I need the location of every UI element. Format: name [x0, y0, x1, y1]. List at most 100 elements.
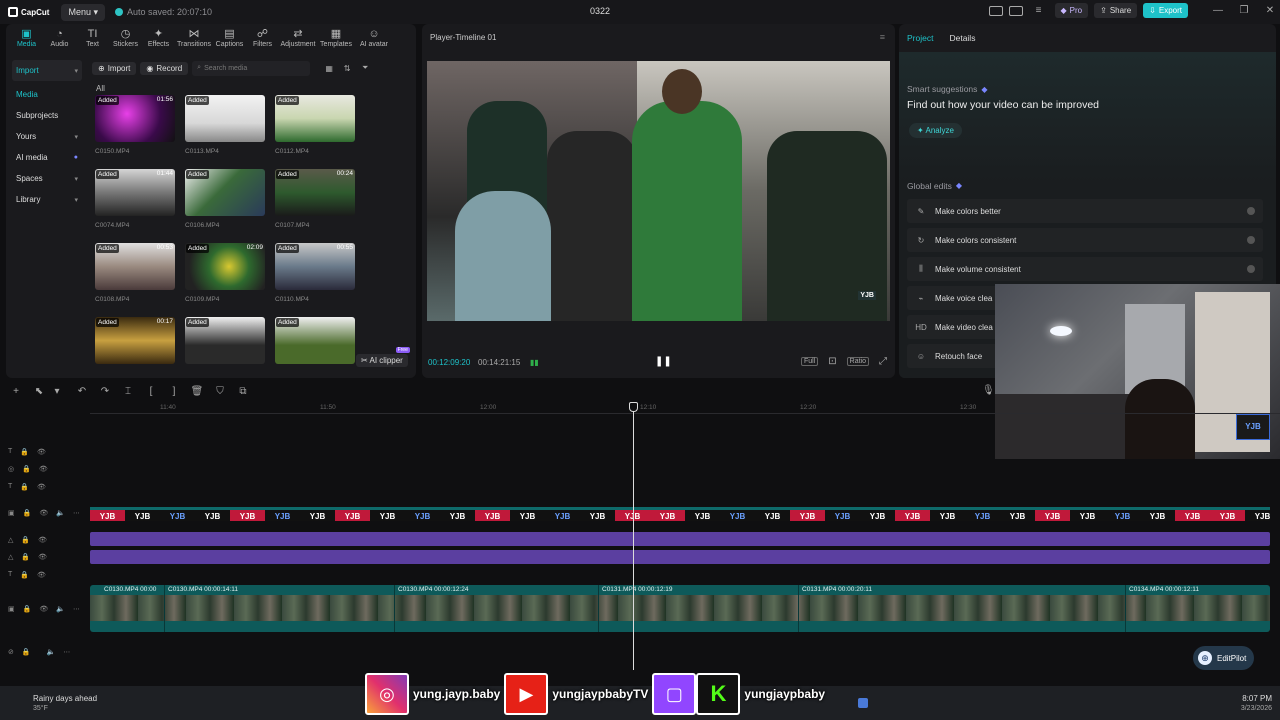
media-clip[interactable]: Added C0112.MP4 [275, 95, 355, 155]
tab-filters[interactable]: ☍ Filters [246, 28, 279, 52]
screenshot-icon[interactable]: ⊡ [826, 356, 838, 367]
lock-icon[interactable]: 🔒 [23, 509, 32, 517]
lock-icon[interactable]: 🔒 [23, 605, 32, 613]
playhead-line[interactable] [633, 402, 634, 670]
media-clip[interactable]: Added [185, 317, 265, 364]
search-input[interactable]: ⌕ Search media [192, 60, 311, 76]
project-title[interactable]: 0322 [590, 6, 610, 16]
ratio-button[interactable]: Ratio [846, 357, 869, 366]
hamburger-menu-icon[interactable]: ≡ [880, 32, 885, 42]
tab-media[interactable]: ▣ Media [10, 28, 43, 52]
eye-icon[interactable]: 👁 [39, 509, 48, 517]
tab-effects[interactable]: ✦ Effects [142, 28, 175, 52]
media-clip[interactable]: Added 00:53 C0108.MP4 [95, 243, 175, 303]
sidebar-item-media[interactable]: Media [12, 84, 82, 105]
media-clip[interactable]: Added 01:56 C0150.MP4 [95, 95, 175, 155]
shield-icon[interactable]: ⛉ [210, 386, 230, 397]
full-quality-button[interactable]: Full [800, 357, 819, 366]
global-edit-colors-better[interactable]: ✎ Make colors better [907, 199, 1263, 223]
speaker-icon[interactable]: 🔈 [47, 648, 56, 656]
media-clip[interactable]: Added 00:24 C0107.MP4 [275, 169, 355, 229]
export-button[interactable]: ⇩ Export [1143, 3, 1188, 18]
lock-icon[interactable]: 🔒 [22, 648, 31, 656]
lock-icon[interactable]: 🔒 [20, 483, 29, 491]
toggle-switch[interactable] [1247, 265, 1255, 273]
sidebar-item-spaces[interactable]: Spaces ▾ [12, 168, 82, 189]
tab-adjustment[interactable]: ⇄ Adjustment [279, 28, 317, 52]
grid-view-icon[interactable]: ▦ [322, 64, 336, 73]
tab-project[interactable]: Project [907, 33, 933, 43]
effect-clip[interactable] [90, 532, 1270, 546]
redo-icon[interactable]: ↷ [95, 386, 115, 397]
eye-icon[interactable]: 👁 [38, 553, 47, 561]
share-button[interactable]: ⇪ Share [1094, 3, 1138, 18]
effect-clip[interactable] [90, 550, 1270, 564]
media-clip[interactable]: Added [275, 317, 355, 364]
sort-icon[interactable]: ⇅ [340, 64, 354, 73]
clock-time[interactable]: 8:07 PM [1242, 694, 1272, 703]
tab-templates[interactable]: ▦ Templates [317, 28, 355, 52]
tab-captions[interactable]: ▤ Captions [213, 28, 246, 52]
more-icon[interactable]: ⋯ [63, 648, 70, 656]
media-clip[interactable]: Added 02:09 C0109.MP4 [185, 243, 265, 303]
toggle-switch[interactable] [1247, 207, 1255, 215]
eye-icon[interactable]: 👁 [39, 465, 48, 473]
pause-icon[interactable]: ❚❚ [655, 356, 672, 367]
tab-ai-avatar[interactable]: ☺ AI avatar [355, 28, 393, 52]
delete-icon[interactable]: 🗑 [187, 386, 207, 397]
media-clip[interactable]: Added C0106.MP4 [185, 169, 265, 229]
split-icon[interactable]: ⌶ [118, 386, 138, 397]
eye-icon[interactable]: 👁 [37, 448, 46, 456]
undo-icon[interactable]: ↶ [72, 386, 92, 397]
fullscreen-icon[interactable]: ⤢ [877, 356, 889, 367]
playhead-handle[interactable] [629, 402, 638, 412]
microphone-icon[interactable]: 🎙 [982, 385, 995, 396]
sidebar-item-yours[interactable]: Yours ▾ [12, 126, 82, 147]
record-button[interactable]: ◉ Record [140, 61, 189, 75]
weather-title[interactable]: Rainy days ahead [33, 694, 97, 703]
minimize-icon[interactable]: — [1208, 5, 1228, 16]
layout-icon[interactable] [988, 5, 1003, 16]
add-icon[interactable]: + [6, 386, 26, 397]
ai-clipper-button[interactable]: ✂ AI clipper Free [356, 347, 410, 367]
close-icon[interactable]: ✕ [1260, 5, 1280, 16]
editpilot-button[interactable]: ⊕ EditPilot [1193, 646, 1255, 670]
eye-icon[interactable]: 👁 [37, 483, 46, 491]
maximize-icon[interactable]: ❐ [1234, 5, 1254, 16]
media-clip[interactable]: Added 00:17 [95, 317, 175, 364]
lock-icon[interactable]: 🔒 [20, 448, 29, 456]
sidebar-item-subprojects[interactable]: Subprojects [12, 105, 82, 126]
speaker-icon[interactable]: 🔈 [56, 509, 65, 517]
tab-stickers[interactable]: ◷ Stickers [109, 28, 142, 52]
sidebar-item-ai-media[interactable]: AI media ● [12, 147, 82, 168]
tab-audio[interactable]: ◔ Audio [43, 28, 76, 52]
sidebar-item-library[interactable]: Library ▾ [12, 189, 82, 210]
media-clip[interactable]: Added 01:44 C0074.MP4 [95, 169, 175, 229]
overlay-logo-track[interactable]: YJB YJB YJB YJB YJB YJB YJB YJB YJB YJB YJB YJB YJB Y… [90, 507, 1270, 521]
eye-icon[interactable]: 👁 [39, 605, 48, 613]
chevron-down-icon[interactable]: ▾ [52, 386, 62, 397]
more-icon[interactable]: ⋯ [73, 509, 80, 517]
tab-transitions[interactable]: ⋈ Transitions [175, 28, 213, 52]
import-button[interactable]: ⊕ Import [92, 61, 137, 75]
lock-icon[interactable]: 🔒 [22, 465, 31, 473]
tab-details[interactable]: Details [949, 33, 975, 43]
main-video-track[interactable]: C0130.MP4 00:00 C0130.MP4 00:00:14:11 C0… [90, 585, 1270, 632]
menu-lines-icon[interactable]: ≡ [1029, 5, 1049, 16]
eye-icon[interactable]: 👁 [37, 571, 46, 579]
more-icon[interactable]: ⋯ [73, 605, 80, 613]
toggle-switch[interactable] [1247, 236, 1255, 244]
eye-icon[interactable]: 👁 [38, 536, 47, 544]
tab-text[interactable]: TI Text [76, 28, 109, 52]
analyze-button[interactable]: ✦ Analyze [909, 123, 962, 138]
lock-icon[interactable]: 🔒 [21, 536, 30, 544]
pro-button[interactable]: ◆ Pro [1054, 3, 1089, 18]
video-preview[interactable]: YJB [427, 61, 890, 321]
speaker-icon[interactable]: 🔈 [56, 605, 65, 613]
global-edit-colors-consistent[interactable]: ↻ Make colors consistent [907, 228, 1263, 252]
trim-right-icon[interactable]: ] [164, 386, 184, 397]
sidebar-item-import[interactable]: Import ▾ [12, 60, 82, 81]
crop-icon[interactable]: ⧉ [233, 386, 253, 397]
media-clip[interactable]: Added C0113.MP4 [185, 95, 265, 155]
trim-left-icon[interactable]: [ [141, 386, 161, 397]
